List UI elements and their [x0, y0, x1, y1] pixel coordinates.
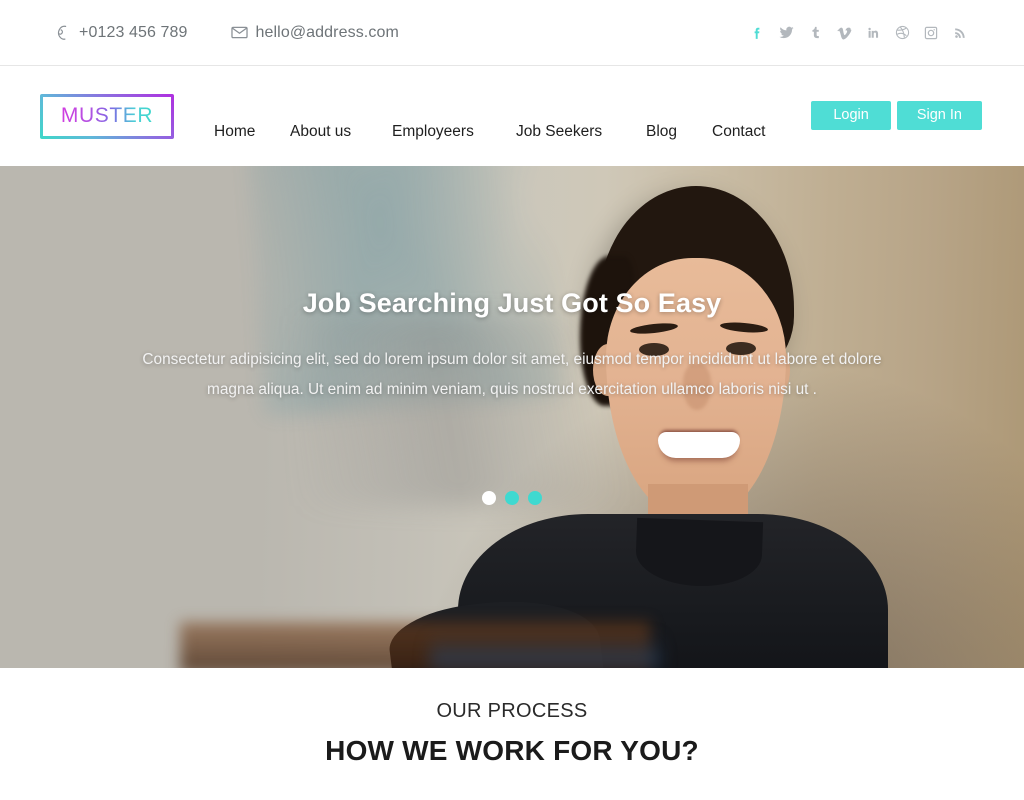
email-address: hello@address.com — [255, 23, 399, 41]
phone-number: +0123 456 789 — [79, 23, 188, 41]
process-description: Lorem ipsum dolor sit amet, consectetur … — [117, 795, 907, 800]
mail-icon — [230, 23, 249, 42]
twitter-icon[interactable] — [776, 22, 796, 44]
nav-item-about-us[interactable]: About us — [290, 121, 392, 143]
email-link[interactable]: hello@address.com — [230, 23, 399, 42]
slider-pagination — [482, 491, 542, 505]
logo-text: MUSTER — [60, 104, 154, 127]
site-header: MUSTER Home About us Employeers Job Seek… — [0, 66, 1024, 166]
hero-subtitle: Consectetur adipisicing elit, sed do lor… — [142, 351, 882, 398]
process-title: HOW WE WORK FOR YOU? — [325, 735, 699, 766]
signin-button[interactable]: Sign In — [896, 100, 982, 130]
hero-slider: Derek MASSAGE HEIGHTS Job Searching Just… — [0, 166, 1024, 668]
slider-dot-1[interactable] — [482, 491, 496, 505]
nav-item-contact[interactable]: Contact — [712, 121, 792, 143]
process-section: OUR PROCESS HOW WE WORK FOR YOU? Lorem i… — [0, 668, 1024, 800]
nav-item-employeers[interactable]: Employeers — [392, 121, 516, 143]
linkedin-icon[interactable] — [863, 22, 883, 44]
dribbble-icon[interactable] — [892, 22, 912, 44]
nav-item-home[interactable]: Home — [214, 121, 290, 143]
facebook-icon[interactable] — [747, 22, 767, 44]
hero-content: Job Searching Just Got So Easy Consectet… — [0, 166, 1024, 668]
phone-icon — [54, 24, 72, 42]
slider-dot-2[interactable] — [505, 491, 519, 505]
main-navigation: Home About us Employeers Job Seekers Blo… — [212, 89, 811, 143]
vimeo-icon[interactable] — [834, 22, 854, 44]
slider-dot-3[interactable] — [528, 491, 542, 505]
login-button[interactable]: Login — [811, 100, 891, 130]
contact-group: +0123 456 789 hello@address.com — [54, 23, 441, 42]
site-logo[interactable]: MUSTER — [40, 93, 174, 139]
nav-item-blog[interactable]: Blog — [646, 121, 712, 143]
social-links — [747, 22, 970, 44]
logo-inner: MUSTER — [43, 96, 171, 136]
nav-item-job-seekers[interactable]: Job Seekers — [516, 121, 646, 143]
tumblr-icon[interactable] — [805, 22, 825, 44]
phone-link[interactable]: +0123 456 789 — [54, 24, 188, 42]
process-eyebrow: OUR PROCESS — [436, 700, 588, 722]
auth-buttons: Login Sign In — [811, 100, 982, 132]
top-utility-bar: +0123 456 789 hello@address.com — [0, 0, 1024, 66]
instagram-icon[interactable] — [921, 22, 941, 44]
rss-icon[interactable] — [950, 22, 970, 44]
hero-title: Job Searching Just Got So Easy — [302, 288, 722, 318]
